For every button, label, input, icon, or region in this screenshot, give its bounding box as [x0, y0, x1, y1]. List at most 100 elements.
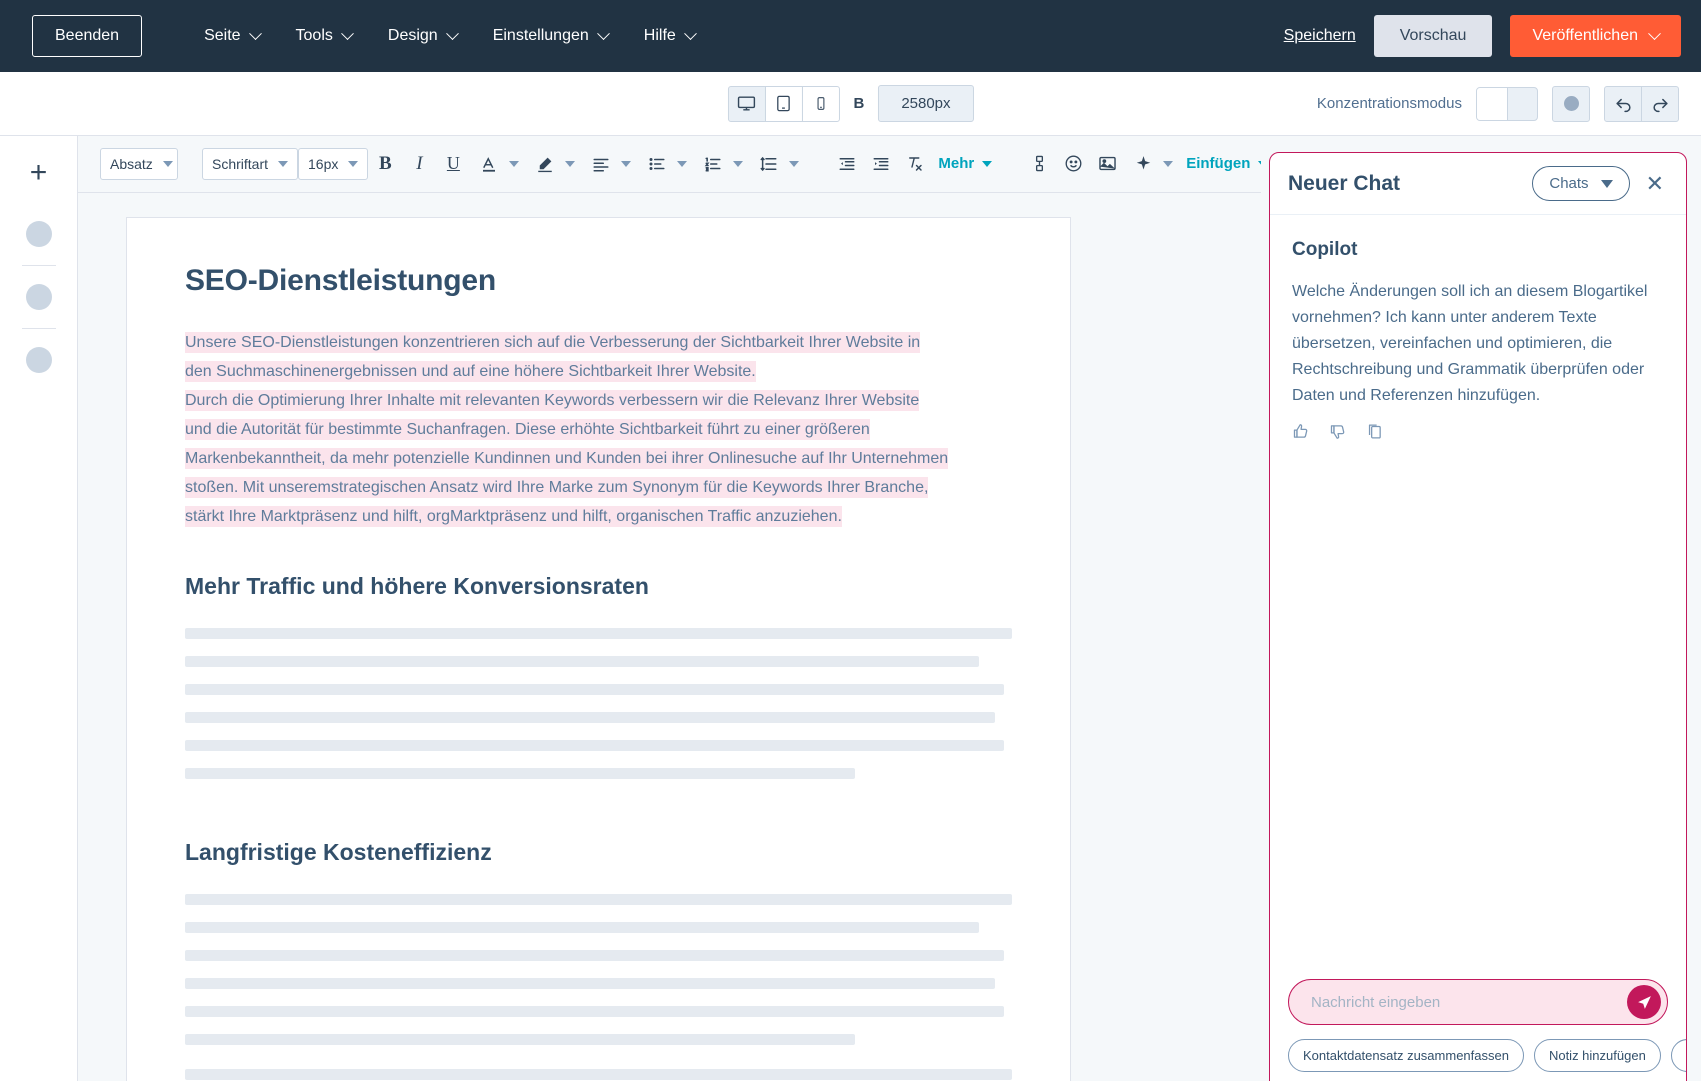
chat-message-input[interactable] — [1311, 994, 1617, 1011]
focus-mode-label: Konzentrationsmodus — [1317, 95, 1462, 112]
chats-dropdown-button[interactable]: Chats — [1532, 166, 1629, 201]
chevron-down-icon — [348, 161, 358, 167]
send-button[interactable] — [1627, 985, 1661, 1019]
rail-item-3[interactable] — [26, 347, 52, 373]
emoji-button[interactable] — [1059, 149, 1087, 179]
menu-item-tools[interactable]: Tools — [278, 17, 370, 55]
publish-button[interactable]: Veröffentlichen — [1510, 15, 1681, 57]
menu-label: Seite — [204, 27, 240, 45]
chevron-down-icon — [341, 27, 354, 40]
preview-button[interactable]: Vorschau — [1374, 15, 1493, 57]
workspace: + Absatz Schriftart 16px B I — [0, 136, 1701, 1081]
add-module-button[interactable]: + — [30, 158, 48, 188]
document-page[interactable]: SEO-Dienstleistungen Unsere SEO-Dienstle… — [126, 217, 1071, 1081]
editor-column: Absatz Schriftart 16px B I U — [78, 136, 1261, 1081]
document-heading-cost[interactable]: Langfristige Kosteneffizienz — [185, 839, 1012, 866]
document-title[interactable]: SEO-Dienstleistungen — [185, 264, 1012, 298]
chevron-down-icon — [684, 27, 697, 40]
desktop-view-button[interactable] — [727, 86, 765, 122]
top-actions: Speichern Vorschau Veröffentlichen — [1284, 15, 1681, 57]
undo-button[interactable] — [1604, 86, 1642, 122]
font-size-select[interactable]: 16px — [298, 148, 368, 180]
insert-button[interactable]: Einfügen — [1180, 155, 1261, 172]
more-formatting-button[interactable]: Mehr — [932, 155, 998, 172]
menu-label: Design — [388, 27, 438, 45]
thumbs-down-icon[interactable] — [1329, 423, 1346, 440]
menu-label: Einstellungen — [493, 27, 589, 45]
device-toolbar: B 2580px Konzentrationsmodus — [0, 72, 1701, 136]
chevron-down-icon — [677, 161, 687, 167]
chevron-down-icon — [733, 161, 743, 167]
numbered-list-control[interactable] — [696, 149, 748, 179]
chip-label: Notiz hinzufügen — [1549, 1048, 1646, 1063]
more-label: Mehr — [938, 155, 974, 172]
device-controls: B 2580px — [727, 85, 973, 122]
skeleton-line — [185, 684, 1004, 695]
menu-item-hilfe[interactable]: Hilfe — [626, 17, 713, 55]
chevron-down-icon — [249, 27, 262, 40]
tablet-view-button[interactable] — [764, 86, 802, 122]
image-button[interactable] — [1093, 149, 1121, 179]
chat-message-list: Copilot Welche Änderungen soll ich an di… — [1270, 215, 1686, 979]
menu-item-design[interactable]: Design — [370, 17, 475, 55]
document-heading-traffic[interactable]: Mehr Traffic und höhere Konversionsraten — [185, 573, 1012, 600]
align-control[interactable] — [584, 149, 636, 179]
chevron-down-icon — [163, 161, 173, 167]
clear-formatting-button[interactable] — [901, 149, 929, 179]
redo-button[interactable] — [1641, 86, 1679, 122]
copy-icon[interactable] — [1366, 423, 1383, 440]
save-link[interactable]: Speichern — [1284, 27, 1356, 45]
italic-button[interactable]: I — [405, 149, 433, 179]
chats-label: Chats — [1549, 175, 1588, 192]
highlighted-line: Markenbekanntheit, da mehr potenzielle K… — [185, 448, 948, 469]
skeleton-line — [185, 628, 1012, 639]
bulleted-list-control[interactable] — [640, 149, 692, 179]
bold-button[interactable]: B — [371, 149, 399, 179]
rail-item-2[interactable] — [26, 284, 52, 310]
highlighted-line: und die Autorität für bestimmte Suchanfr… — [185, 419, 870, 440]
chevron-down-icon — [446, 27, 459, 40]
skeleton-line — [185, 894, 1012, 905]
ai-assistant-control[interactable] — [1126, 149, 1178, 179]
text-color-control[interactable] — [472, 149, 524, 179]
suggestion-chip-note[interactable]: Notiz hinzufügen — [1534, 1039, 1661, 1072]
settings-dot-button[interactable] — [1552, 86, 1590, 122]
suggestion-chip-summarize[interactable]: Kontaktdatensatz zusammenfassen — [1288, 1039, 1524, 1072]
skeleton-line — [185, 712, 995, 723]
suggestion-chip-more[interactable]: Mehr → — [1671, 1039, 1687, 1072]
chevron-down-icon — [278, 161, 288, 167]
paragraph-style-select[interactable]: Absatz — [100, 148, 178, 180]
font-family-select[interactable]: Schriftart — [202, 148, 298, 180]
module-button[interactable] — [1025, 149, 1053, 179]
mobile-view-button[interactable] — [801, 86, 839, 122]
rail-item-1[interactable] — [26, 221, 52, 247]
device-switcher — [727, 86, 839, 122]
chat-header: Neuer Chat Chats ✕ — [1270, 153, 1686, 215]
focus-mode-toggle[interactable] — [1476, 87, 1538, 121]
exit-button[interactable]: Beenden — [32, 15, 142, 57]
canvas-width-value[interactable]: 2580px — [878, 85, 973, 122]
menu-item-einstellungen[interactable]: Einstellungen — [475, 17, 626, 55]
skeleton-line — [185, 922, 979, 933]
menu-label: Tools — [296, 27, 333, 45]
underline-button[interactable]: U — [439, 149, 467, 179]
thumbs-up-icon[interactable] — [1292, 423, 1309, 440]
highlighted-line: stärkt Ihre Marktpräsenz und hilft, orgM… — [185, 506, 842, 527]
line-height-control[interactable] — [752, 149, 804, 179]
document-paragraph[interactable]: Unsere SEO-Dienstleistungen konzentriere… — [185, 328, 1012, 531]
close-icon[interactable]: ✕ — [1642, 173, 1668, 195]
indent-button[interactable] — [867, 149, 895, 179]
skeleton-line — [185, 950, 1004, 961]
chip-label: Mehr — [1686, 1048, 1687, 1063]
outdent-button[interactable] — [833, 149, 861, 179]
highlighted-line: den Suchmaschinenergebnissen und auf ein… — [185, 361, 756, 382]
font-family-value: Schriftart — [212, 156, 268, 172]
menu-item-seite[interactable]: Seite — [186, 17, 277, 55]
chat-input-wrapper[interactable] — [1288, 979, 1668, 1025]
skeleton-line — [185, 768, 855, 779]
chip-label: Kontaktdatensatz zusammenfassen — [1303, 1048, 1509, 1063]
history-controls — [1604, 86, 1679, 122]
skeleton-line — [185, 1069, 1012, 1080]
highlight-control[interactable] — [528, 149, 580, 179]
suggestion-chips: Kontaktdatensatz zusammenfassen Notiz hi… — [1288, 1039, 1668, 1072]
